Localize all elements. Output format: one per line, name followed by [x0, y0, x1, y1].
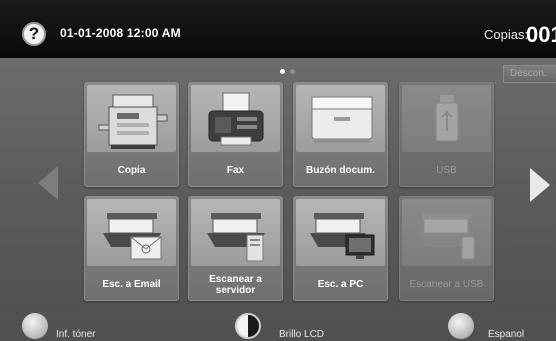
usb-icon [402, 85, 491, 152]
globe-icon [448, 313, 474, 339]
tile-label: Fax [226, 165, 245, 176]
help-button[interactable]: ? [22, 22, 46, 46]
toner-icon [22, 313, 48, 339]
scan-to-pc-icon [296, 199, 385, 266]
copies-label: Copias: [484, 27, 529, 42]
tile-scan-to-pc[interactable]: Esc. a PC [293, 196, 388, 301]
page-dot-inactive [290, 69, 295, 74]
tile-copy[interactable]: Copia [84, 82, 179, 187]
tile-scan-to-usb: Escanear a USB [399, 196, 494, 301]
tile-label: Esc. a Email [102, 279, 161, 290]
next-page-arrow[interactable] [530, 168, 550, 202]
toner-info-button[interactable]: Inf. tóner [22, 313, 132, 341]
tile-document-box[interactable]: Buzón docum. [293, 82, 388, 187]
scan-to-email-icon [87, 199, 176, 266]
tile-scan-to-email[interactable]: Esc. a Email [84, 196, 179, 301]
scan-to-usb-icon [402, 199, 491, 266]
disconnect-button[interactable]: Descon. [503, 65, 556, 83]
tile-fax[interactable]: Fax [188, 82, 283, 187]
tile-label: USB [436, 165, 457, 176]
brightness-label: Brillo LCD [279, 329, 325, 340]
page-dot-active [280, 69, 285, 74]
lcd-brightness-button[interactable]: Brillo LCD [235, 313, 345, 341]
tile-label: Buzón docum. [306, 165, 375, 176]
copier-icon [87, 85, 176, 152]
previous-page-arrow[interactable] [38, 166, 58, 200]
fax-icon [191, 85, 280, 152]
copies-count[interactable]: 001 [526, 22, 556, 48]
tile-scan-to-server[interactable]: Escanear a servidor [188, 196, 283, 301]
brightness-icon [235, 313, 261, 339]
tile-label: Escanear a USB [409, 279, 484, 290]
language-button[interactable]: Espanol [448, 313, 554, 341]
tile-label: Esc. a PC [317, 279, 364, 290]
language-label: Espanol [488, 329, 525, 340]
tile-usb: USB [399, 82, 494, 187]
scan-to-server-icon [191, 199, 280, 266]
document-box-icon [296, 85, 385, 152]
tile-label: Escanear a servidor [209, 273, 262, 296]
status-bar: ? 01-01-2008 12:00 AM Copias: 001 [0, 0, 556, 58]
tile-label: Copia [117, 165, 146, 176]
toner-label: Inf. tóner [56, 329, 96, 340]
date-time: 01-01-2008 12:00 AM [60, 26, 181, 40]
